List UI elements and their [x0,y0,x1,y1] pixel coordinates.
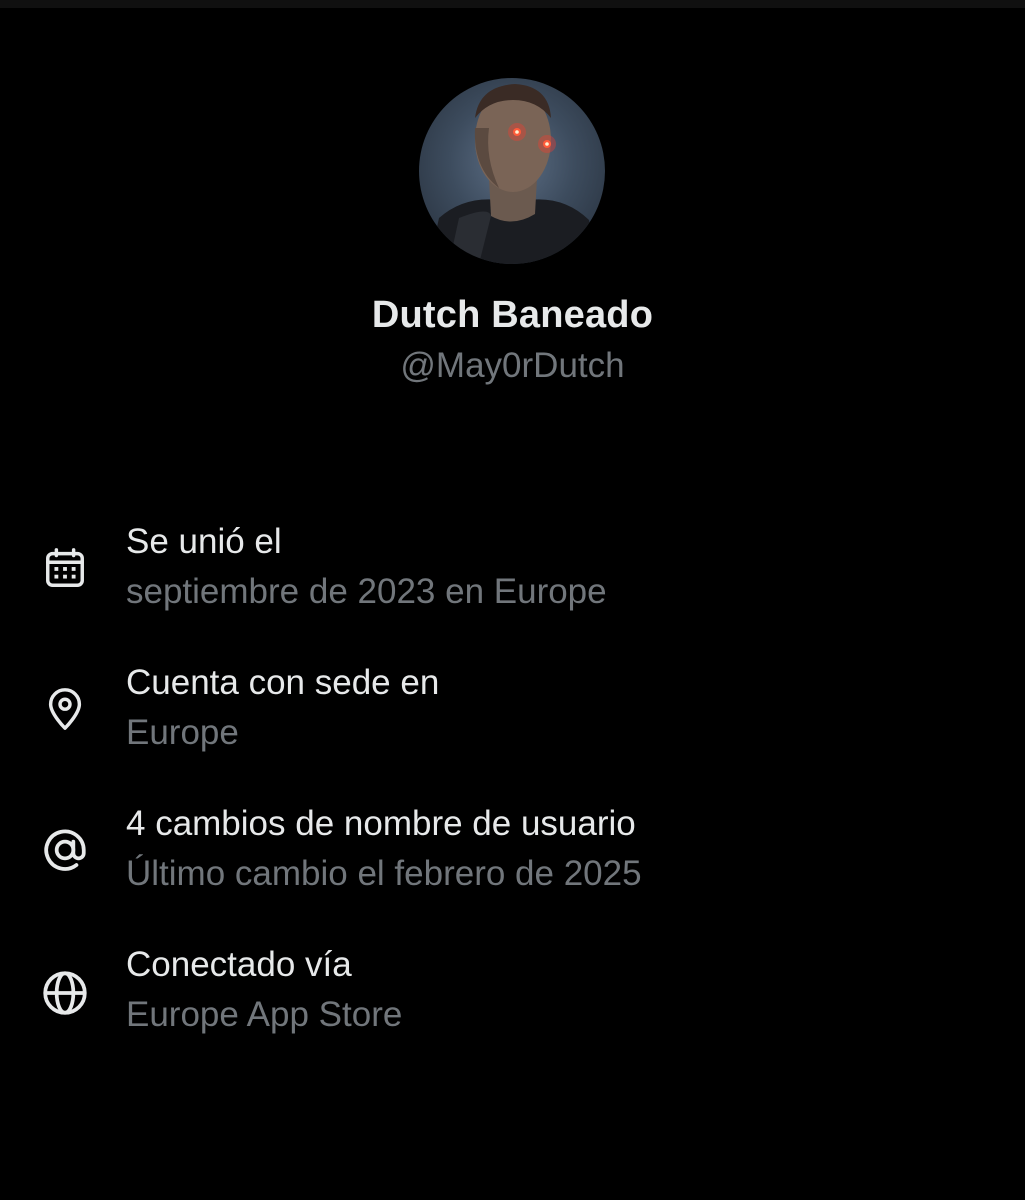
at-sign-icon [38,823,92,877]
info-item-username-changes: 4 cambios de nombre de usuario Último ca… [0,804,1025,914]
info-item-joined: Se unió el septiembre de 2023 en Europe [0,522,1025,632]
avatar-image [429,84,597,264]
display-name: Dutch Baneado [371,294,654,336]
info-subtitle: Último cambio el febrero de 2025 [126,854,642,893]
username-handle: @May0rDutch [400,346,625,385]
info-title: Cuenta con sede en [126,663,440,702]
info-item-location: Cuenta con sede en Europe [0,663,1025,773]
info-item-connected-via: Conectado vía Europe App Store [0,945,1025,1055]
info-title: Conectado vía [126,945,352,984]
avatar[interactable] [419,78,605,264]
info-title: Se unió el [126,522,282,561]
top-edge [0,0,1025,8]
info-subtitle: septiembre de 2023 en Europe [126,572,607,611]
info-title: 4 cambios de nombre de usuario [126,804,636,843]
info-subtitle: Europe [126,713,239,752]
info-subtitle: Europe App Store [126,995,403,1034]
calendar-icon [38,541,92,595]
globe-icon [38,966,92,1020]
location-pin-icon [38,682,92,736]
